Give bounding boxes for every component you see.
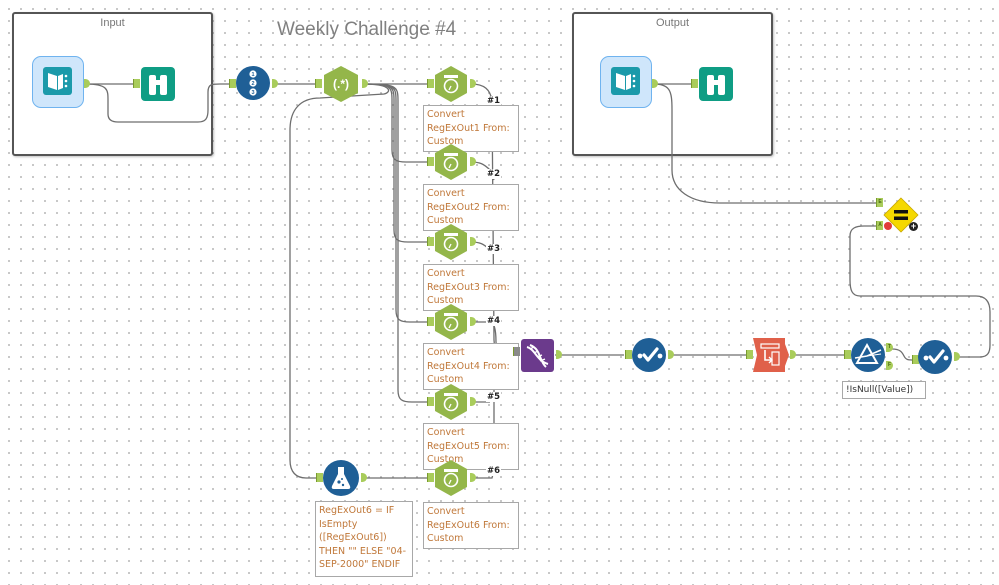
test-actual-anchor[interactable]: A xyxy=(876,221,883,230)
input-anchor[interactable] xyxy=(844,350,851,359)
datetime-tool[interactable] xyxy=(433,459,469,497)
clock-scale-icon xyxy=(435,460,467,496)
tool-annotation: Convert RegExOut6 From: Custom xyxy=(423,502,519,549)
formula-tool[interactable] xyxy=(323,460,359,496)
input-anchor[interactable] xyxy=(691,79,698,88)
book-icon xyxy=(611,67,640,95)
input-anchor[interactable] xyxy=(316,473,323,482)
input-anchor[interactable] xyxy=(229,79,236,88)
regex-icon: (.*) xyxy=(324,66,358,102)
tool-annotation: RegExOut6 = IF IsEmpty ([RegExOut6]) THE… xyxy=(315,501,413,577)
wire xyxy=(891,348,915,361)
datetime-tool[interactable] xyxy=(433,223,469,261)
tool-number-label: #5 xyxy=(486,392,502,402)
datetime-tool[interactable] xyxy=(433,383,469,421)
numbered-list-icon: 1 2 3 xyxy=(249,70,257,96)
transpose-tool[interactable] xyxy=(753,338,789,372)
checkmark-icon xyxy=(637,347,663,362)
input-data-tool[interactable] xyxy=(32,56,84,108)
browse-tool[interactable] xyxy=(699,67,733,101)
dna-icon xyxy=(526,344,549,368)
input-anchor[interactable] xyxy=(315,79,322,88)
clock-scale-icon xyxy=(435,304,467,340)
tool-number-label: #3 xyxy=(486,244,502,254)
svg-text:2: 2 xyxy=(251,81,254,87)
datetime-tool[interactable] xyxy=(433,303,469,341)
test-expected-anchor[interactable]: E xyxy=(876,198,883,207)
transpose-icon xyxy=(753,338,789,372)
input-anchor[interactable] xyxy=(513,347,520,356)
wire xyxy=(651,83,877,204)
filter-tool[interactable] xyxy=(851,338,885,372)
error-indicator-icon xyxy=(884,222,892,230)
datetime-tool[interactable] xyxy=(433,143,469,181)
book-icon xyxy=(43,67,72,95)
clock-scale-icon xyxy=(435,144,467,180)
input-anchor[interactable] xyxy=(746,350,753,359)
binoculars-icon xyxy=(707,75,725,95)
tool-number-label: #4 xyxy=(486,316,502,326)
clock-scale-icon xyxy=(435,384,467,420)
join-multiple-tool[interactable] xyxy=(521,339,554,372)
regex-tool[interactable]: (.*) xyxy=(322,65,360,103)
binoculars-icon xyxy=(149,75,167,95)
tool-number-label: #6 xyxy=(486,466,502,476)
output-data-tool[interactable] xyxy=(600,56,652,108)
tool-number-label: #2 xyxy=(486,169,502,179)
input-anchor[interactable] xyxy=(625,350,632,359)
svg-text:(.*): (.*) xyxy=(333,77,349,91)
record-id-tool[interactable]: 1 2 3 xyxy=(236,66,270,100)
svg-text:1: 1 xyxy=(251,72,254,78)
datetime-tool[interactable] xyxy=(433,65,469,103)
browse-tool[interactable] xyxy=(141,67,175,101)
input-anchor[interactable] xyxy=(133,79,140,88)
add-connection-icon[interactable]: + xyxy=(909,222,918,231)
svg-text:3: 3 xyxy=(251,90,254,96)
checkmark-icon xyxy=(923,349,949,364)
clock-scale-icon xyxy=(435,66,467,102)
clock-scale-icon xyxy=(435,224,467,260)
select-tool[interactable] xyxy=(918,340,952,374)
wire xyxy=(362,83,430,323)
select-tool[interactable] xyxy=(632,338,666,372)
wire xyxy=(289,83,390,479)
tool-annotation: !IsNull([Value]) xyxy=(842,381,926,399)
flask-icon xyxy=(331,467,351,489)
prism-icon xyxy=(854,342,882,364)
